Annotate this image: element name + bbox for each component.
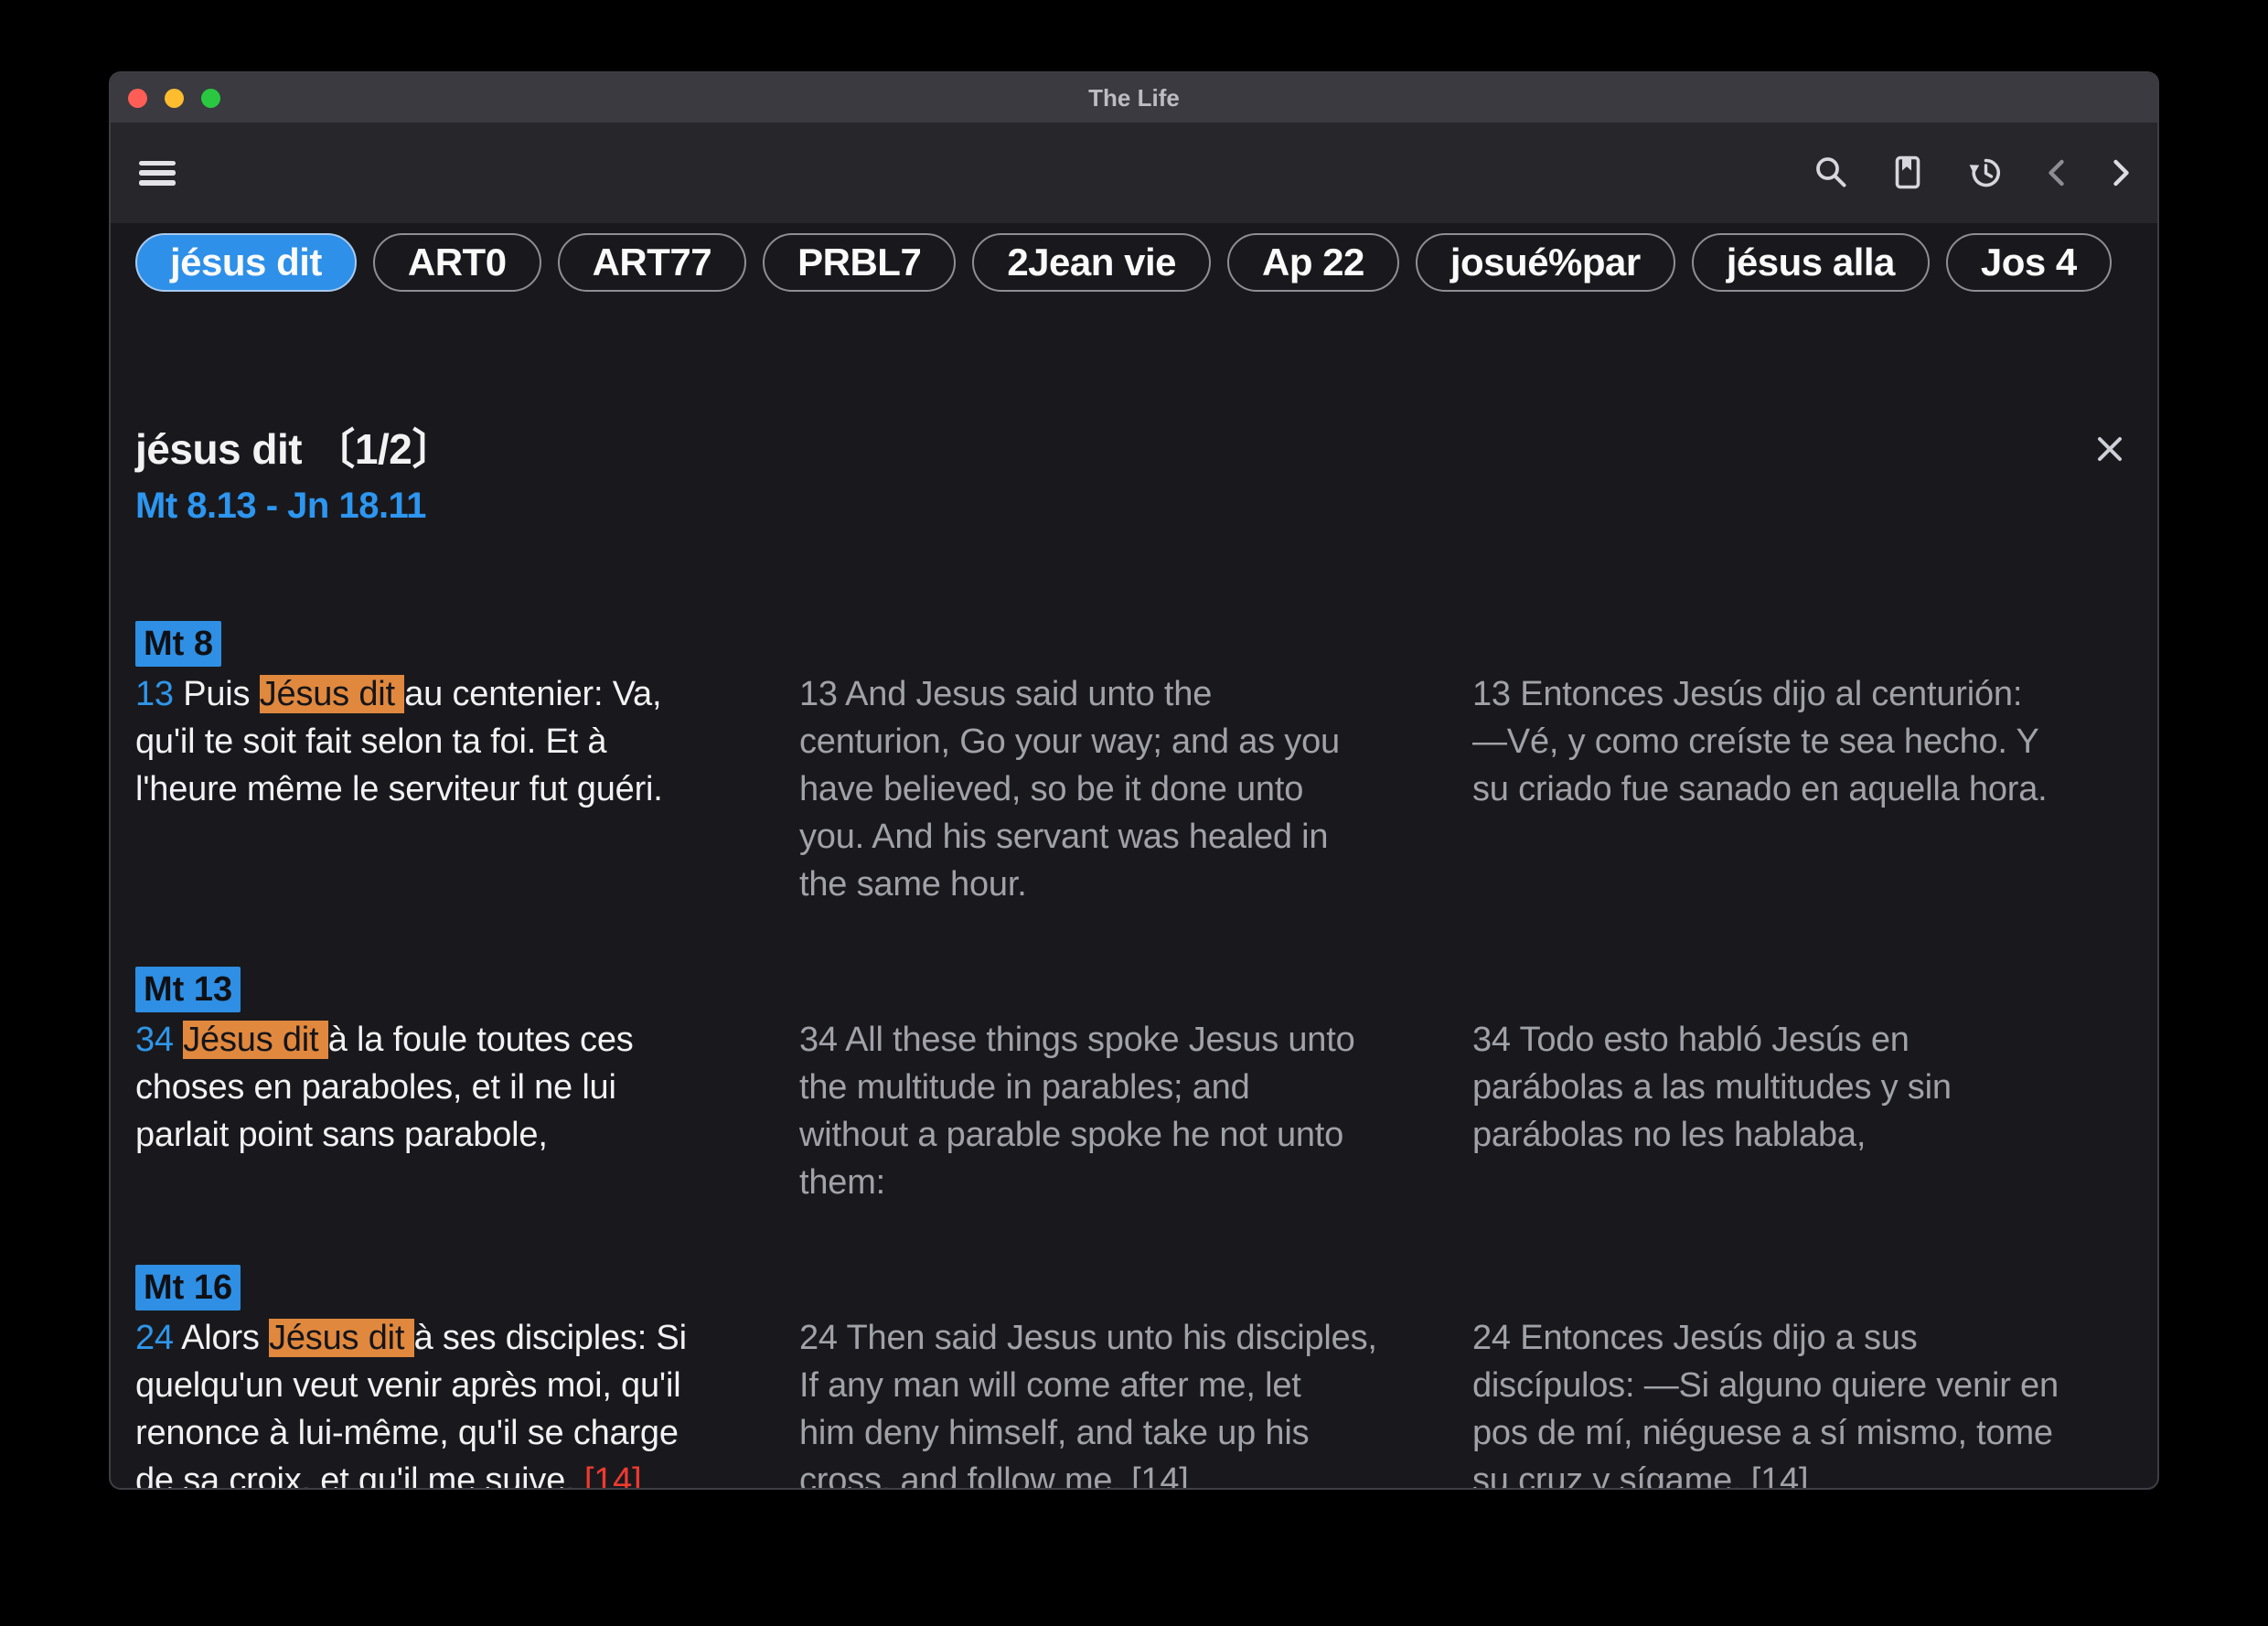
column-english: 24 Then said Jesus unto his disciples, I… — [799, 1265, 1458, 1490]
verse-text-spanish: 24 Entonces Jesús dijo a sus discípulos:… — [1472, 1314, 2151, 1490]
tab-art0[interactable]: ART0 — [373, 233, 541, 292]
hamburger-bars — [139, 161, 176, 186]
window-title: The Life — [1088, 84, 1180, 112]
match-highlight: Jésus dit — [269, 1319, 414, 1357]
results-panel: jésus dit 〔1/2〕 Mt 8.13 - Jn 18.11 Mt 8 … — [111, 416, 2157, 1490]
verse-text-french: 24 Alors Jésus dit à ses disciples: Si q… — [135, 1314, 785, 1490]
hamburger-menu-icon[interactable] — [139, 161, 176, 186]
verse-number: 13 — [135, 675, 174, 713]
search-icon[interactable] — [1812, 154, 1850, 192]
verse-text-french: 34 Jésus dit à la foule toutes ces chose… — [135, 1016, 785, 1159]
column-french: Mt 13 34 Jésus dit à la foule toutes ces… — [135, 967, 785, 1206]
tab-prbl7[interactable]: PRBL7 — [763, 233, 956, 292]
toolbar-icons — [1812, 154, 2134, 192]
results-range: Mt 8.13 - Jn 18.11 — [135, 486, 2157, 527]
tab-jesus-alla[interactable]: jésus alla — [1692, 233, 1930, 292]
reference-chip[interactable]: Mt 13 — [135, 967, 241, 1012]
history-icon[interactable] — [1965, 154, 2006, 192]
traffic-light-close-button[interactable] — [128, 89, 147, 108]
back-chevron-icon[interactable] — [2044, 154, 2070, 192]
column-french: Mt 8 13 Puis Jésus dit au centenier: Va,… — [135, 621, 785, 908]
reference-chip[interactable]: Mt 16 — [135, 1265, 241, 1310]
results-header: jésus dit 〔1/2〕 Mt 8.13 - Jn 18.11 — [135, 416, 2157, 527]
traffic-light-zoom-button[interactable] — [201, 89, 220, 108]
close-icon[interactable] — [2093, 431, 2130, 467]
column-spanish: 13 Entonces Jesús dijo al centurión: —Vé… — [1472, 621, 2151, 908]
titlebar: The Life — [111, 73, 2157, 123]
verse-text-english: 34 All these things spoke Jesus unto the… — [799, 1016, 1458, 1206]
saved-search-tabs: jésus dit ART0 ART77 PRBL7 2Jean vie Ap … — [111, 223, 2157, 292]
match-highlight: Jésus dit — [260, 675, 405, 713]
verse-number: 24 — [135, 1319, 174, 1357]
column-english: 13 And Jesus said unto the centurion, Go… — [799, 621, 1458, 908]
tab-jesus-dit[interactable]: jésus dit — [135, 233, 357, 292]
footnote-ref: [14] — [584, 1461, 642, 1490]
verse-block: Mt 16 24 Alors Jésus dit à ses disciples… — [135, 1265, 2157, 1490]
verse-text-english: 24 Then said Jesus unto his disciples, I… — [799, 1314, 1458, 1490]
app-window: The Life — [109, 71, 2159, 1490]
column-spanish: 34 Todo esto habló Jesús en parábolas a … — [1472, 967, 2151, 1206]
column-french: Mt 16 24 Alors Jésus dit à ses disciples… — [135, 1265, 785, 1490]
traffic-lights — [128, 73, 220, 123]
traffic-light-minimize-button[interactable] — [165, 89, 184, 108]
tab-2jean-vie[interactable]: 2Jean vie — [972, 233, 1211, 292]
tab-ap-22[interactable]: Ap 22 — [1227, 233, 1399, 292]
column-spanish: 24 Entonces Jesús dijo a sus discípulos:… — [1472, 1265, 2151, 1490]
verse-number: 34 — [135, 1021, 174, 1059]
tab-art77[interactable]: ART77 — [558, 233, 747, 292]
verse-text-english: 13 And Jesus said unto the centurion, Go… — [799, 670, 1458, 908]
verse-block: Mt 8 13 Puis Jésus dit au centenier: Va,… — [135, 621, 2157, 908]
toolbar — [111, 123, 2157, 223]
forward-chevron-icon[interactable] — [2108, 154, 2134, 192]
match-highlight: Jésus dit — [183, 1021, 328, 1059]
verse-text-spanish: 34 Todo esto habló Jesús en parábolas a … — [1472, 1016, 2151, 1159]
column-english: 34 All these things spoke Jesus unto the… — [799, 967, 1458, 1206]
verse-block: Mt 13 34 Jésus dit à la foule toutes ces… — [135, 967, 2157, 1206]
reference-chip[interactable]: Mt 8 — [135, 621, 221, 667]
verse-results: Mt 8 13 Puis Jésus dit au centenier: Va,… — [135, 621, 2157, 1490]
results-title: jésus dit 〔1/2〕 — [135, 416, 2157, 476]
verse-text-spanish: 13 Entonces Jesús dijo al centurión: —Vé… — [1472, 670, 2151, 813]
verse-text-french: 13 Puis Jésus dit au centenier: Va, qu'i… — [135, 670, 785, 813]
bookmark-icon[interactable] — [1888, 154, 1927, 192]
tab-josue-par[interactable]: josué%par — [1416, 233, 1675, 292]
tab-jos-4[interactable]: Jos 4 — [1946, 233, 2112, 292]
